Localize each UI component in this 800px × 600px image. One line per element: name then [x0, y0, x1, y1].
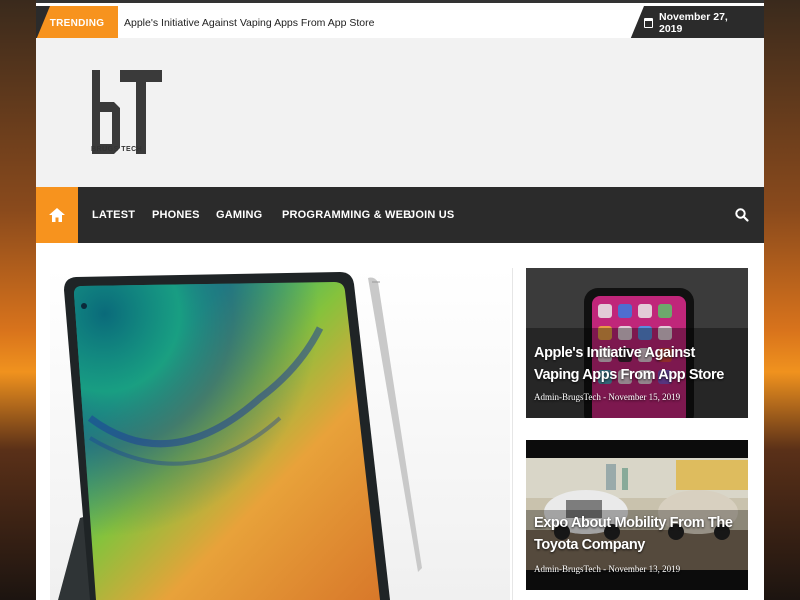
nav-item-programming-web[interactable]: PROGRAMMING & WEB	[282, 187, 411, 243]
calendar-icon	[644, 18, 653, 28]
featured-article-image[interactable]	[50, 268, 510, 600]
nav-item-join-us[interactable]: JOIN US	[409, 187, 454, 243]
main-navigation: LATEST PHONES GAMING PROGRAMMING & WEB J…	[36, 187, 764, 243]
article-card[interactable]: Apple's Initiative Against Vaping Apps F…	[526, 268, 748, 418]
nav-item-phones[interactable]: PHONES	[152, 187, 200, 243]
tablet-image	[58, 272, 422, 600]
site-logo[interactable]	[90, 68, 164, 156]
article-title[interactable]: Apple's Initiative Against Vaping Apps F…	[534, 342, 742, 386]
trending-label-text: TRENDING	[49, 17, 105, 29]
top-bar: TRENDING Apple's Initiative Against Vapi…	[36, 0, 764, 40]
nav-item-gaming[interactable]: GAMING	[216, 187, 262, 243]
home-button[interactable]	[36, 187, 78, 243]
trending-headline-link[interactable]: Apple's Initiative Against Vaping Apps F…	[124, 6, 374, 40]
current-date: November 27, 2019	[658, 11, 728, 35]
date-display: November 27, 2019	[630, 6, 764, 40]
article-card[interactable]: Expo About Mobility From The Toyota Comp…	[526, 440, 748, 590]
search-icon[interactable]	[734, 207, 750, 223]
page: TRENDING Apple's Initiative Against Vapi…	[36, 0, 764, 600]
article-title[interactable]: Expo About Mobility From The Toyota Comp…	[534, 512, 742, 556]
site-header: BRUGS TECH	[36, 38, 764, 187]
article-author[interactable]: Admin-BrugsTech	[534, 392, 601, 402]
trending-label: TRENDING	[36, 6, 118, 40]
nav-item-latest[interactable]: LATEST	[92, 187, 135, 243]
home-icon	[49, 208, 65, 222]
article-date: November 15, 2019	[608, 392, 681, 402]
article-author[interactable]: Admin-BrugsTech	[534, 564, 601, 574]
article-meta: Admin-BrugsTech - November 15, 2019	[534, 392, 680, 402]
column-divider	[512, 268, 513, 600]
article-meta: Admin-BrugsTech - November 13, 2019	[534, 564, 680, 574]
article-date: November 13, 2019	[608, 564, 681, 574]
logo-subtitle: BRUGS TECH	[91, 146, 143, 153]
